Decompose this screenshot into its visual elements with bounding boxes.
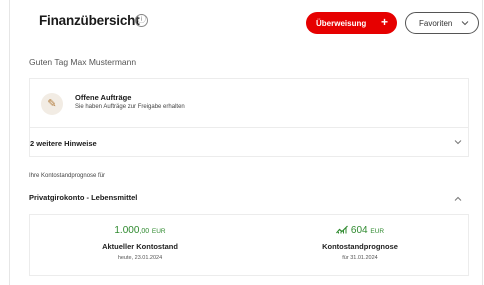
chevron-down-icon: [461, 21, 469, 26]
account-selector[interactable]: Privatgirokonto - Lebensmittel: [29, 193, 469, 205]
chevron-down-icon[interactable]: [453, 137, 463, 147]
divider: [30, 127, 468, 128]
transfer-button-label: Überweisung: [316, 18, 367, 28]
current-amount-int: 1.000: [114, 225, 140, 236]
forecast-balance-date: für 31.01.2024: [342, 255, 378, 261]
plus-icon: +: [380, 15, 388, 29]
forecast-balance: 604 EUR Kontostandprognose für 31.01.202…: [250, 215, 470, 277]
current-balance-date: heute, 23.01.2024: [117, 255, 163, 261]
right-border: [482, 0, 483, 285]
forecast-balance-amount: 604 EUR: [250, 225, 470, 236]
info-icon[interactable]: ⓘ: [135, 14, 148, 27]
current-balance: 1.000,00 EUR Aktueller Kontostand heute,…: [30, 215, 250, 277]
current-balance-label: Aktueller Kontostand: [102, 242, 178, 251]
open-orders-subtitle: Sie haben Aufträge zur Freigabe erhalten: [75, 104, 185, 110]
header: Finanzübersicht ⓘ Überweisung + Favorite…: [10, 0, 482, 44]
forecast-label: Ihre Kontostandprognose für: [29, 173, 106, 179]
current-amount-dec: ,00: [139, 228, 150, 235]
balance-card: 1.000,00 EUR Aktueller Kontostand heute,…: [29, 214, 469, 276]
current-balance-amount: 1.000,00 EUR: [30, 225, 250, 236]
forecast-currency: EUR: [370, 228, 385, 235]
transfer-button[interactable]: Überweisung +: [306, 12, 397, 34]
forecast-amount-int: 604: [350, 225, 368, 236]
favorites-button-label: Favoriten: [419, 18, 453, 28]
page: Finanzübersicht ⓘ Überweisung + Favorite…: [0, 0, 484, 285]
greeting: Guten Tag Max Mustermann: [29, 57, 137, 67]
chevron-up-icon[interactable]: [453, 194, 463, 204]
page-title: Finanzübersicht: [39, 13, 140, 28]
current-currency: EUR: [151, 228, 166, 235]
forecast-balance-label: Kontostandprognose: [322, 242, 398, 251]
notifications-card: ✎ Offene Aufträge Sie haben Aufträge zur…: [29, 78, 469, 157]
more-hints-toggle[interactable]: 2 weitere Hinweise: [30, 139, 97, 148]
open-orders-title[interactable]: Offene Aufträge: [75, 93, 131, 102]
favorites-button[interactable]: Favoriten: [405, 12, 479, 34]
account-name: Privatgirokonto - Lebensmittel: [29, 193, 138, 202]
edit-icon: ✎: [41, 93, 63, 115]
trend-chart-icon: [335, 225, 348, 234]
